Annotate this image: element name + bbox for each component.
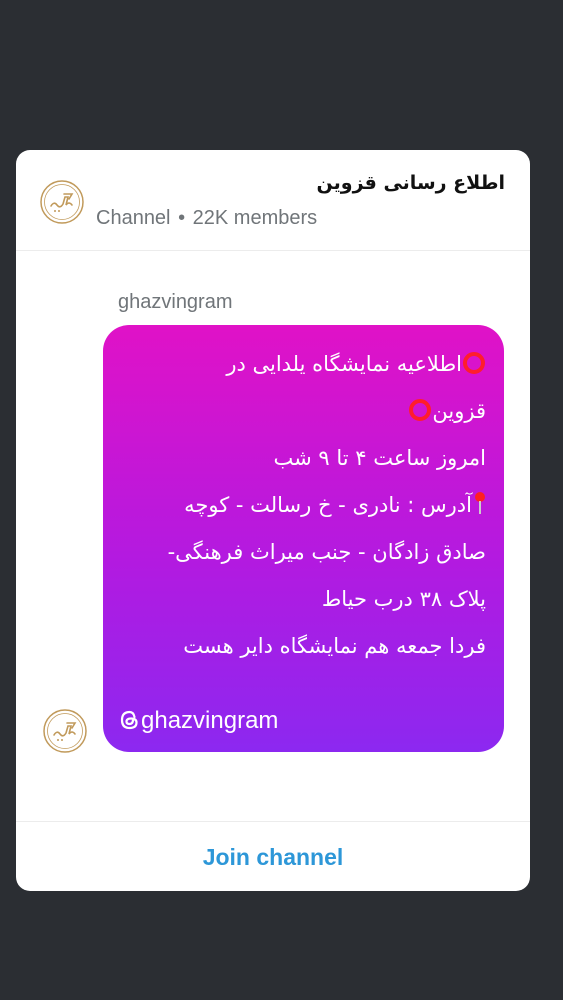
card-footer: Join channel (16, 821, 530, 891)
meta-separator: • (178, 207, 186, 229)
message-line: اطلاعیه نمایشگاه یلدایی در (111, 341, 486, 388)
ghazvingram-logo-icon[interactable] (43, 709, 87, 753)
red-hollow-circle-icon (463, 352, 485, 374)
handle-text: ghazvingram (141, 707, 279, 734)
channel-header: اطلاع رسانی قزوین Channel • 22K members (16, 150, 530, 251)
message-line: فردا جمعه هم نمایشگاه دایر هست (183, 634, 486, 658)
ghazvingram-logo-icon[interactable] (40, 180, 84, 224)
members-count: 22K members (192, 207, 318, 229)
threads-logo-icon (119, 709, 141, 731)
message-line: صادق زادگان - جنب میراث فرهنگی- (167, 540, 486, 564)
channel-type-label: Channel (96, 207, 171, 229)
message-bubble[interactable]: اطلاعیه نمایشگاه یلدایی در قزوین امروز س… (103, 325, 504, 752)
red-hollow-circle-icon (409, 399, 432, 421)
channel-title: اطلاع رسانی قزوین (316, 172, 505, 194)
message-handle: ghazvingram (119, 707, 278, 735)
channel-preview-card: اطلاع رسانی قزوین Channel • 22K members … (16, 150, 530, 891)
message-line: پلاک ۳۸ درب حیاط (321, 587, 486, 611)
channel-meta: Channel • 22K members (96, 207, 317, 230)
message-line: آدرس : نادری - خ رسالت - کوچه (111, 482, 486, 529)
message-text: اطلاعیه نمایشگاه یلدایی در قزوین امروز س… (111, 341, 486, 670)
join-channel-button[interactable]: Join channel (16, 822, 530, 891)
message-line: قزوین (111, 388, 486, 435)
message-sender-name: ghazvingram (118, 291, 233, 313)
round-pushpin-icon (474, 490, 486, 516)
message-line: امروز ساعت ۴ تا ۹ شب (273, 446, 486, 470)
message-area: ghazvingram اطلاعیه نمایشگاه یلدایی در ق… (16, 251, 530, 821)
